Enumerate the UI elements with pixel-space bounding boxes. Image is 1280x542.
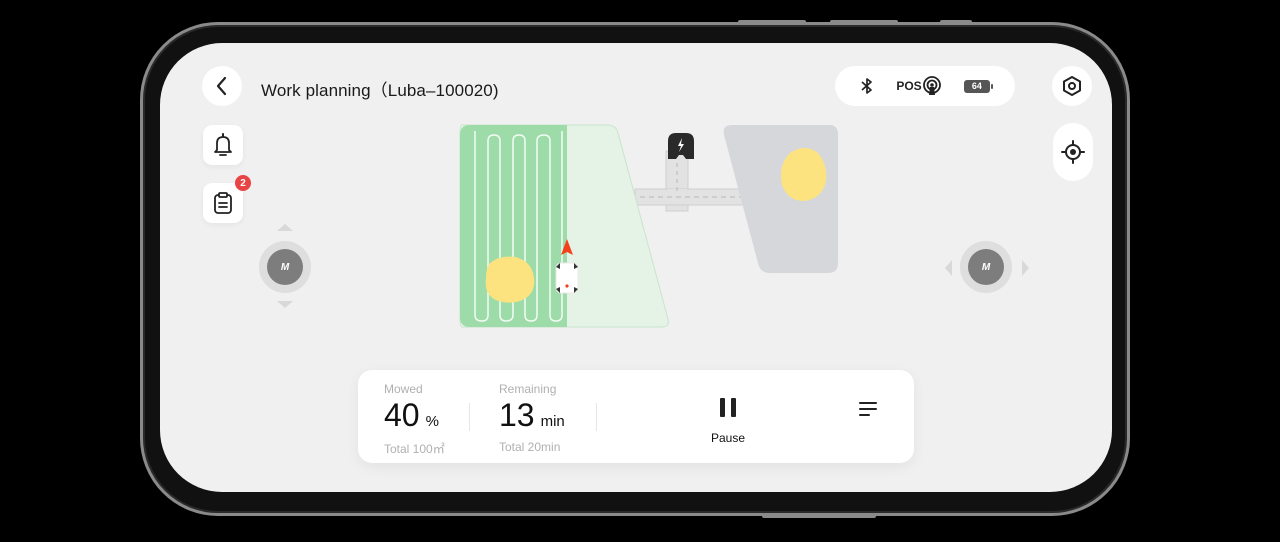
joystick-right-arrow[interactable]: [1022, 260, 1029, 276]
clipboard-icon: [214, 192, 232, 214]
locate-button[interactable]: [1053, 123, 1093, 181]
menu-lines-icon: [859, 402, 877, 404]
phone-volume-button: [830, 20, 898, 24]
back-button[interactable]: [202, 66, 242, 106]
joystick-knob[interactable]: M: [267, 249, 303, 285]
remaining-label: Remaining: [499, 382, 557, 396]
remaining-unit: min: [540, 413, 565, 430]
page-title: Work planning（Luba–100020): [261, 81, 499, 100]
obstacle: [485, 256, 535, 303]
remaining-stat: Remaining 13 min Total 20min: [499, 382, 565, 454]
app-screen: Work planning（Luba–100020) POS 64 2 M M …: [160, 43, 1112, 492]
tasks-badge: 2: [235, 175, 251, 191]
pos-status: POS: [896, 76, 941, 96]
divider: [469, 403, 470, 431]
mowing-progress-panel: Mowed 40% Total 100㎡ Remaining 13 min Tot…: [358, 370, 914, 463]
path-road: [634, 150, 746, 212]
pause-icon: [703, 398, 753, 417]
pause-label: Pause: [710, 431, 746, 445]
work-map[interactable]: [450, 123, 850, 333]
settings-button[interactable]: [1052, 66, 1092, 106]
remaining-minutes: 13: [499, 397, 535, 433]
phone-mute-switch: [940, 20, 972, 24]
bluetooth-icon: [861, 78, 872, 94]
joystick-knob[interactable]: M: [968, 249, 1004, 285]
menu-button[interactable]: [854, 398, 884, 422]
joystick-up-arrow[interactable]: [277, 224, 293, 231]
tasks-button[interactable]: 2: [203, 175, 251, 223]
notifications-button[interactable]: [203, 125, 243, 165]
mowed-stat: Mowed 40% Total 100㎡: [384, 382, 445, 457]
remaining-value: 13 min: [499, 397, 565, 440]
pos-label: POS: [896, 79, 922, 93]
chevron-left-icon: [216, 76, 227, 96]
phone-power-button: [762, 514, 876, 518]
left-joystick[interactable]: M: [259, 241, 311, 293]
phone-volume-button: [738, 20, 806, 24]
hexagon-gear-icon: [1063, 76, 1081, 96]
signal-antenna-icon: [922, 76, 941, 95]
mowed-percent: 40: [384, 397, 420, 433]
joystick-left-arrow[interactable]: [945, 260, 952, 276]
divider: [596, 403, 597, 431]
battery-indicator: 64: [963, 79, 993, 93]
joystick-logo: M: [981, 261, 991, 273]
mowed-label: Mowed: [384, 382, 423, 396]
mowed-total: Total 100㎡: [384, 442, 445, 456]
status-bar: POS 64: [835, 66, 1015, 106]
joystick-logo: M: [280, 261, 290, 273]
battery-level: 64: [971, 81, 982, 91]
mowed-value: 40%: [384, 397, 445, 440]
right-joystick[interactable]: M: [960, 241, 1012, 293]
remaining-total: Total 20min: [499, 440, 561, 454]
crosshair-icon: [1061, 140, 1085, 164]
mowed-unit: %: [425, 413, 439, 430]
menu-line: [859, 414, 870, 416]
joystick-down-arrow[interactable]: [277, 301, 293, 308]
menu-line: [859, 408, 877, 410]
pause-button[interactable]: Pause: [703, 388, 753, 448]
obstacle: [781, 148, 827, 201]
bell-icon: [214, 133, 232, 156]
mower-icon[interactable]: [555, 262, 579, 294]
